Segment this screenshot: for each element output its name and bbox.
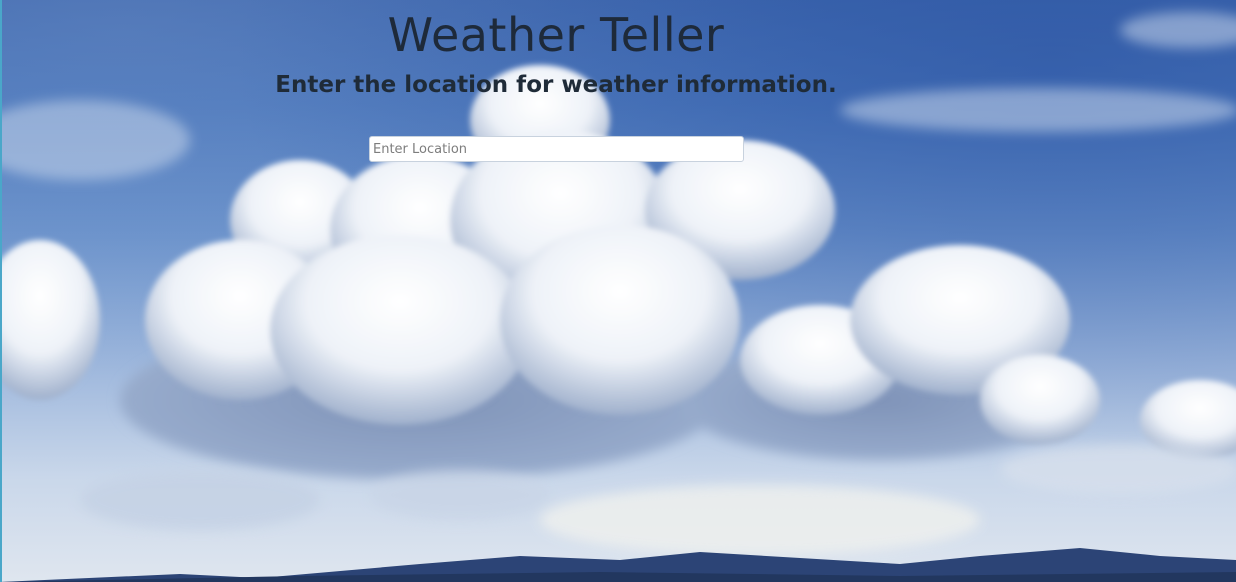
mountain-silhouette	[0, 548, 1236, 582]
location-search-input[interactable]	[369, 136, 744, 162]
page-title: Weather Teller	[387, 8, 725, 62]
page-subtitle: Enter the location for weather informati…	[275, 72, 837, 98]
page-background: Weather Teller Enter the location for we…	[0, 0, 1236, 582]
